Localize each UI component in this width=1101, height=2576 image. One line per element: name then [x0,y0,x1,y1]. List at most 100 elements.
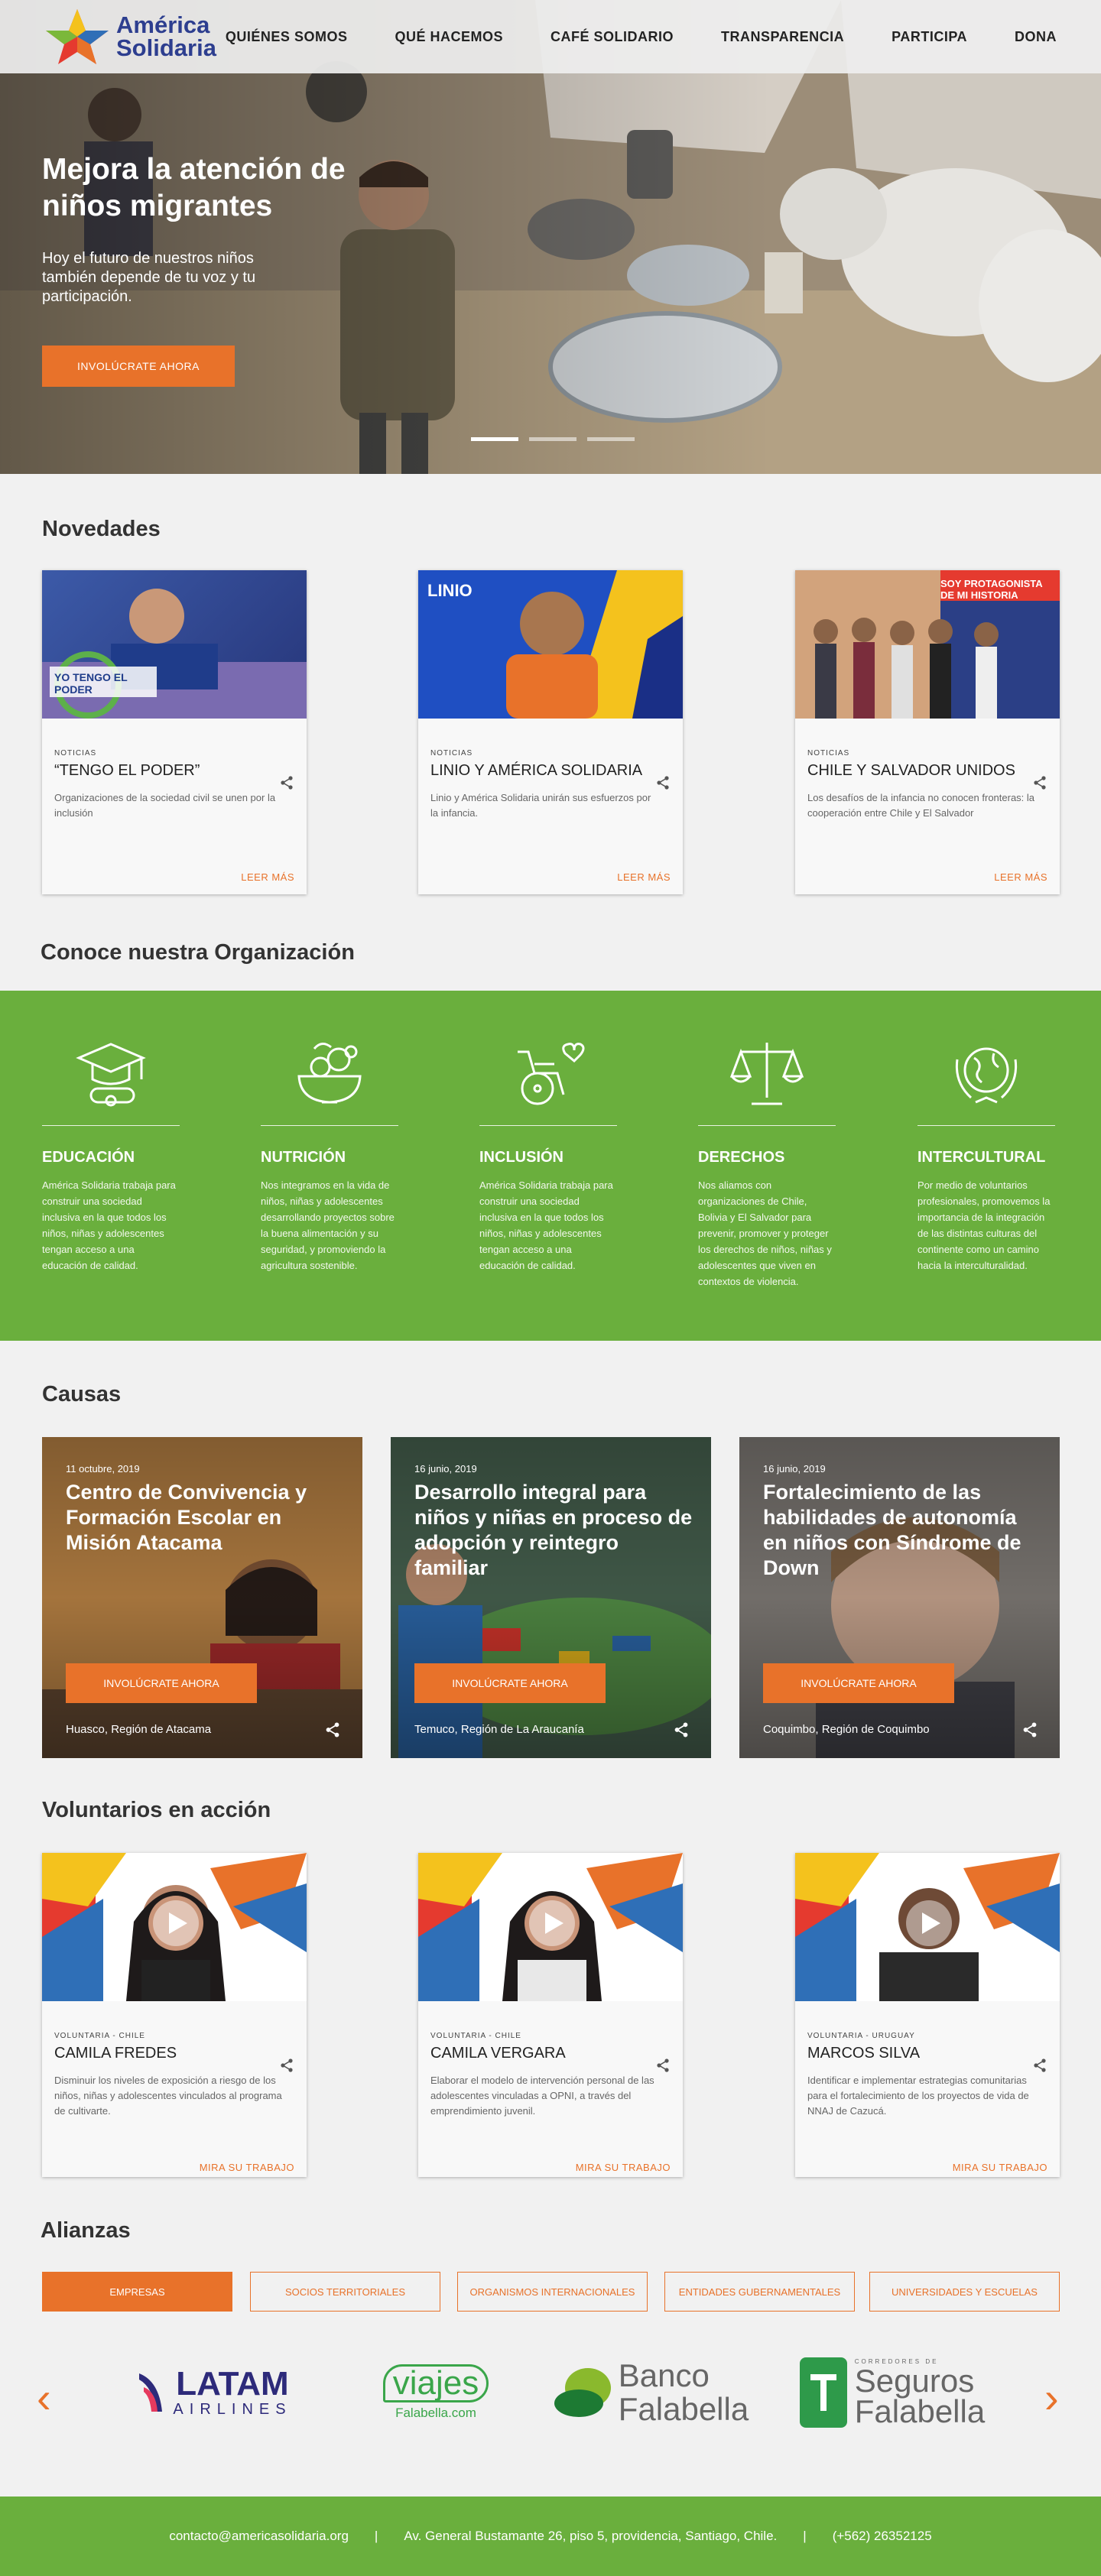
see-work-link[interactable]: MIRA SU TRABAJO [953,2162,1047,2173]
news-card-text: Linio y América Solidaria unirán sus esf… [430,792,651,819]
tab-entidades-gubernamentales[interactable]: ENTIDADES GUBERNAMENTALES [664,2272,855,2312]
brand-latam[interactable]: LATAM AIRLINES [115,2354,313,2431]
nav-quienes-somos[interactable]: QUIÉNES SOMOS [226,29,348,45]
news-card-text: Organizaciones de la sociedad civil se u… [54,792,276,819]
footer-phone[interactable]: (+562) 26352125 [833,2529,932,2544]
brand-viajes-falabella[interactable]: viajes Falabella.com [367,2354,505,2431]
cause-location: Coquimbo, Región de Coquimbo [763,1723,930,1736]
pillar-text: América Solidaria trabaja para construir… [479,1179,613,1271]
share-icon[interactable] [1032,2058,1047,2073]
cause-date: 16 junio, 2019 [414,1463,477,1475]
pillar-derechos: DERECHOS Nos aliamos con organizaciones … [698,1037,836,1290]
cause-card[interactable]: 11 octubre, 2019 Centro de Convivencia y… [42,1437,362,1758]
volunteer-card[interactable]: VOLUNTARIA - CHILE CAMILA FREDES Disminu… [42,1853,307,2177]
brand-seguros-line2: Falabella [854,2393,986,2429]
read-more-link[interactable]: LEER MÁS [617,871,671,883]
see-work-link[interactable]: MIRA SU TRABAJO [200,2162,294,2173]
volunteer-card[interactable]: VOLUNTARIA - URUGUAY MARCOS SILVA Identi… [795,1853,1060,2177]
news-section-title: Novedades [42,517,161,541]
tab-universidades-escuelas[interactable]: UNIVERSIDADES Y ESCUELAS [869,2272,1060,2312]
cause-card[interactable]: 16 junio, 2019 Fortalecimiento de las ha… [739,1437,1060,1758]
brand-viajes-line2: Falabella.com [395,2406,476,2420]
pillar-nutricion: NUTRICIÓN Nos integramos en la vida de n… [261,1037,398,1273]
causes-section-title: Causas [42,1382,122,1406]
share-icon[interactable] [279,2058,294,2073]
cause-cta-button[interactable]: INVOLÚCRATE AHORA [66,1663,257,1703]
star-logo-icon [46,9,109,64]
brand-seguros-line1: Seguros [854,2363,975,2399]
read-more-link[interactable]: LEER MÁS [241,871,294,883]
news-card[interactable]: YO TENGO EL PODER NOTICIAS “TENGO EL POD… [42,570,307,894]
carousel-prev-arrow[interactable]: ‹ [37,2373,51,2422]
share-icon[interactable] [673,1721,690,1738]
brand-banco-falabella[interactable]: Banco Falabella [547,2354,754,2431]
news-card[interactable]: SOY PROTAGONISTA DE MI HISTORIA NOTICIAS… [795,570,1060,894]
food-bowl-icon [297,1043,362,1104]
pillar-title: INCLUSIÓN [479,1149,563,1166]
news-card-title: CHILE Y SALVADOR UNIDOS [807,762,1015,779]
share-icon[interactable] [279,775,294,790]
hero-title: Mejora la atención de niños migrantes [42,153,346,222]
pillar-educacion: EDUCACIÓN América Solidaria trabaja para… [42,1037,180,1273]
site-header: América Solidaria QUIÉNES SOMOS QUÉ HACE… [0,0,1101,73]
see-work-link[interactable]: MIRA SU TRABAJO [576,2162,671,2173]
brand-latam-line2: AIRLINES [173,2400,292,2418]
share-icon[interactable] [1032,775,1047,790]
hero-subtitle: Hoy el futuro de nuestros niños también … [42,250,256,305]
tab-socios-territoriales[interactable]: SOCIOS TERRITORIALES [250,2272,440,2312]
nav-transparencia[interactable]: TRANSPARENCIA [721,29,844,45]
share-icon[interactable] [655,775,671,790]
share-icon[interactable] [655,2058,671,2073]
nav-participa[interactable]: PARTICIPA [892,29,967,45]
site-footer: contacto@americasolidaria.org | Av. Gene… [0,2497,1101,2576]
volunteer-video-thumbnail[interactable] [42,1853,307,2001]
hero-cta-button[interactable]: INVOLÚCRATE AHORA [42,346,235,387]
cause-date: 16 junio, 2019 [763,1463,826,1475]
news-card-image: YO TENGO EL PODER [42,570,307,719]
share-icon[interactable] [324,1721,341,1738]
globe-laurel-icon [955,1047,1018,1104]
news-card-image-label: LINIO [427,581,473,600]
news-card-text: Los desafíos de la infancia no conocen f… [807,792,1035,819]
read-more-link[interactable]: LEER MÁS [994,871,1047,883]
slider-dot-1[interactable] [471,437,518,441]
cause-location: Temuco, Región de La Araucanía [414,1723,584,1736]
footer-address: Av. General Bustamante 26, piso 5, provi… [404,2529,778,2543]
carousel-next-arrow[interactable]: › [1044,2373,1059,2422]
footer-separator: | [803,2529,807,2543]
news-card-title: “TENGO EL PODER” [54,762,200,779]
cause-cta-button[interactable]: INVOLÚCRATE AHORA [414,1663,606,1703]
news-card-category: NOTICIAS [54,749,97,758]
volunteer-name: CAMILA FREDES [54,2045,177,2062]
tab-empresas[interactable]: EMPRESAS [42,2272,232,2312]
cause-cta-button[interactable]: INVOLÚCRATE AHORA [763,1663,954,1703]
org-section-title: Conoce nuestra Organización [41,940,355,965]
news-card[interactable]: LINIO NOTICIAS LINIO Y AMÉRICA SOLIDARIA… [418,570,683,894]
footer-email[interactable]: contacto@americasolidaria.org [169,2529,349,2544]
volunteer-category: VOLUNTARIA - URUGUAY [807,2032,915,2040]
cause-card[interactable]: 16 junio, 2019 Desarrollo integral para … [391,1437,711,1758]
footer-separator: | [374,2529,378,2543]
volunteers-section-title: Voluntarios en acción [42,1798,271,1822]
pillar-title: NUTRICIÓN [261,1149,346,1166]
tab-organismos-internacionales[interactable]: ORGANISMOS INTERNACIONALES [457,2272,648,2312]
slider-dot-2[interactable] [529,437,576,441]
nav-que-hacemos[interactable]: QUÉ HACEMOS [395,29,503,45]
nav-cafe-solidario[interactable]: CAFÉ SOLIDARIO [550,29,674,45]
nav-dona[interactable]: DONA [1015,29,1057,45]
volunteer-video-thumbnail[interactable] [418,1853,683,2001]
volunteer-card[interactable]: VOLUNTARIA - CHILE CAMILA VERGARA Elabor… [418,1853,683,2177]
slider-dot-3[interactable] [587,437,635,441]
graduation-cap-icon [76,1043,146,1107]
brand-viajes-line1: viajes [382,2364,489,2402]
brand-seguros-falabella[interactable]: CORREDORES DE Seguros Falabella [792,2354,991,2431]
news-card-title: LINIO Y AMÉRICA SOLIDARIA [430,762,643,779]
volunteer-video-thumbnail[interactable] [795,1853,1060,2001]
share-icon[interactable] [1021,1721,1038,1738]
org-pillars-section: EDUCACIÓN América Solidaria trabaja para… [0,991,1101,1341]
pillar-inclusion: INCLUSIÓN América Solidaria trabaja para… [479,1037,617,1273]
cause-location: Huasco, Región de Atacama [66,1723,212,1736]
volunteer-category: VOLUNTARIA - CHILE [430,2032,521,2040]
main-nav: QUIÉNES SOMOS QUÉ HACEMOS CAFÉ SOLIDARIO… [178,0,1057,73]
news-card-category: NOTICIAS [430,749,473,758]
